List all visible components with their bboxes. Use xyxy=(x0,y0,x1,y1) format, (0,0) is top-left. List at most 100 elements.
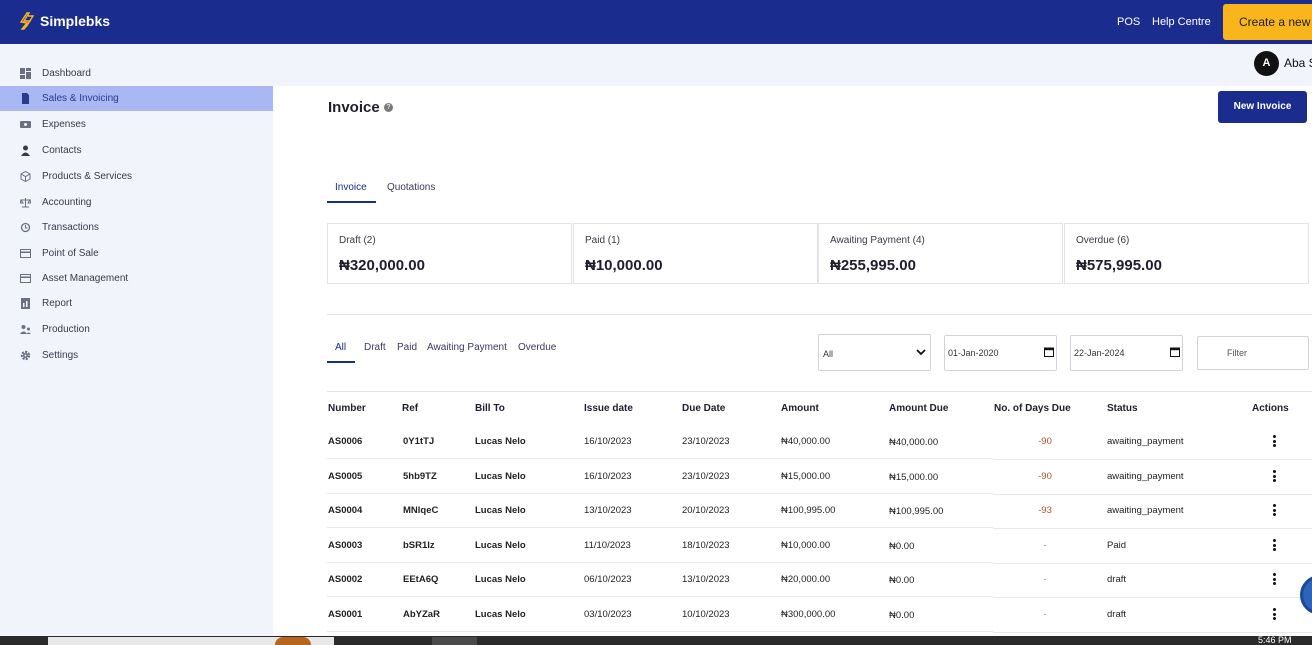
sidebar-item-dashboard[interactable]: Dashboard xyxy=(0,61,273,86)
column-header-amount-due[interactable]: Amount Due xyxy=(889,403,948,414)
filter-tab-overdue[interactable]: Overdue xyxy=(518,342,556,353)
cell-amount: ₦10,000.00 xyxy=(781,540,831,551)
column-header-actions: Actions xyxy=(1252,403,1289,414)
cell-number: AS0005 xyxy=(328,471,363,482)
date-from-field[interactable]: 01-Jan-2020 xyxy=(944,335,1057,371)
refresh-icon xyxy=(20,222,31,233)
tab-invoice[interactable]: Invoice xyxy=(335,182,367,193)
row-divider xyxy=(327,631,887,632)
sidebar-item-label: Dashboard xyxy=(42,68,91,79)
page-title: Invoice xyxy=(328,99,380,116)
more-actions-icon[interactable] xyxy=(1273,608,1277,622)
cell-bill-to: Lucas Nelo xyxy=(475,436,526,447)
column-header-due-date[interactable]: Due Date xyxy=(682,403,725,414)
cell-status: awaiting_payment xyxy=(1107,471,1184,482)
sidebar-item-label: Report xyxy=(42,298,73,309)
table-row[interactable]: AS0004 MNlqeC Lucas Nelo 13/10/2023 20/10/20… xyxy=(327,493,1312,529)
summary-card-overdue[interactable]: Overdue (6) ₦575,995.00 xyxy=(1064,223,1309,284)
cell-due-date: 23/10/2023 xyxy=(682,471,730,482)
scale-icon xyxy=(20,198,31,208)
cell-amount: ₦40,000.00 xyxy=(781,436,831,447)
filter-tab-paid[interactable]: Paid xyxy=(397,342,417,353)
sidebar-item-products-services[interactable]: Products & Services xyxy=(0,164,273,189)
help-centre-link[interactable]: Help Centre xyxy=(1152,16,1211,28)
more-actions-icon[interactable] xyxy=(1273,573,1277,587)
avatar[interactable]: A xyxy=(1254,51,1279,76)
sidebar-item-transactions[interactable]: Transactions xyxy=(0,215,273,240)
filter-tab-active-indicator xyxy=(327,361,355,363)
sidebar-item-point-of-sale[interactable]: Point of Sale xyxy=(0,241,273,266)
table-row[interactable]: AS0005 5hb9TZ Lucas Nelo 16/10/2023 23/10/20… xyxy=(327,459,1312,495)
more-actions-icon[interactable] xyxy=(1273,504,1277,518)
card-icon xyxy=(20,249,31,258)
column-header-days-due[interactable]: No. of Days Due xyxy=(994,403,1071,414)
table-row[interactable]: AS0002 EEtA6Q Lucas Nelo 06/10/2023 13/10/20… xyxy=(327,562,1312,598)
sidebar-item-asset-management[interactable]: Asset Management xyxy=(0,266,273,291)
cell-due-date: 23/10/2023 xyxy=(682,436,730,447)
create-new-button[interactable]: Create a new xyxy=(1223,4,1312,40)
cell-bill-to: Lucas Nelo xyxy=(475,574,526,585)
date-to-field[interactable]: 22-Jan-2024 xyxy=(1070,335,1183,371)
more-actions-icon[interactable] xyxy=(1273,539,1277,553)
new-invoice-button[interactable]: New Invoice xyxy=(1218,91,1307,123)
app-logo[interactable]: Simplebks xyxy=(18,10,110,32)
cell-number: AS0001 xyxy=(328,609,363,620)
cell-days-due: - xyxy=(1043,540,1047,551)
box-icon xyxy=(20,171,31,182)
sidebar-item-contacts[interactable]: Contacts xyxy=(0,138,273,163)
cell-days-due: -90 xyxy=(1038,471,1052,482)
filter-tab-draft[interactable]: Draft xyxy=(364,342,386,353)
table-row[interactable]: AS0006 0Y1tTJ Lucas Nelo 16/10/2023 23/10/20… xyxy=(327,424,1312,460)
cell-bill-to: Lucas Nelo xyxy=(475,505,526,516)
sidebar-item-expenses[interactable]: Expenses xyxy=(0,112,273,137)
column-header-bill-to[interactable]: Bill To xyxy=(475,403,505,414)
report-icon xyxy=(21,298,30,309)
sidebar-item-production[interactable]: Production xyxy=(0,317,273,342)
column-header-issue-date[interactable]: Issue date xyxy=(584,403,633,414)
table-row[interactable]: AS0001 AbYZaR Lucas Nelo 03/10/2023 10/10/20… xyxy=(327,597,1312,633)
taskbar-clock: 5:46 PM xyxy=(1258,636,1292,645)
more-actions-icon[interactable] xyxy=(1273,435,1277,449)
sidebar-item-label: Contacts xyxy=(42,145,82,156)
calendar-icon[interactable] xyxy=(1170,347,1180,357)
cell-due-date: 20/10/2023 xyxy=(682,505,730,516)
sidebar: Dashboard Sales & Invoicing Expenses Con… xyxy=(0,44,273,636)
tab-quotations[interactable]: Quotations xyxy=(387,182,435,193)
sidebar-item-label: Asset Management xyxy=(42,273,129,284)
sidebar-item-report[interactable]: Report xyxy=(0,291,273,316)
cell-status: Paid xyxy=(1107,540,1127,551)
sidebar-item-sales-invoicing[interactable]: Sales & Invoicing xyxy=(0,86,273,111)
table-top-border xyxy=(327,391,1312,392)
pos-link[interactable]: POS xyxy=(1117,16,1140,28)
table-row[interactable]: AS0003 bSR1lz Lucas Nelo 11/10/2023 18/10/20… xyxy=(327,528,1312,564)
filter-input[interactable]: Filter xyxy=(1197,336,1309,370)
cell-days-due: - xyxy=(1043,609,1047,620)
summary-card-draft[interactable]: Draft (2) ₦320,000.00 xyxy=(327,223,572,284)
filter-tab-awaiting-payment[interactable]: Awaiting Payment xyxy=(427,342,507,353)
cell-amount: ₦20,000.00 xyxy=(781,574,831,585)
cell-status: draft xyxy=(1107,609,1127,620)
calendar-icon[interactable] xyxy=(1044,347,1054,357)
summary-card-paid[interactable]: Paid (1) ₦10,000.00 xyxy=(573,223,818,284)
sidebar-item-accounting[interactable]: Accounting xyxy=(0,190,273,215)
status-select[interactable]: All xyxy=(818,334,931,371)
taskbar-app-icon[interactable] xyxy=(432,637,477,645)
sidebar-item-label: Sales & Invoicing xyxy=(42,93,119,104)
cell-amount: ₦300,000.00 xyxy=(781,609,836,620)
column-header-status[interactable]: Status xyxy=(1107,403,1138,414)
cell-days-due: - xyxy=(1043,574,1047,585)
taskbar-app-icon[interactable] xyxy=(275,637,311,645)
help-icon[interactable]: ? xyxy=(384,103,393,112)
column-header-number[interactable]: Number xyxy=(328,403,366,414)
filter-tab-all[interactable]: All xyxy=(335,342,346,353)
cell-amount-due: ₦0.00 xyxy=(889,575,915,586)
gear-icon xyxy=(20,350,31,361)
more-actions-icon[interactable] xyxy=(1273,470,1277,484)
summary-card-awaiting-payment[interactable]: Awaiting Payment (4) ₦255,995.00 xyxy=(818,223,1063,284)
column-header-amount[interactable]: Amount xyxy=(781,403,819,414)
sidebar-item-settings[interactable]: Settings xyxy=(0,343,273,368)
column-header-ref[interactable]: Ref xyxy=(402,403,418,414)
user-name[interactable]: Aba S xyxy=(1284,56,1312,70)
sidebar-item-label: Expenses xyxy=(42,119,86,130)
card-label: Awaiting Payment (4) xyxy=(830,235,925,246)
